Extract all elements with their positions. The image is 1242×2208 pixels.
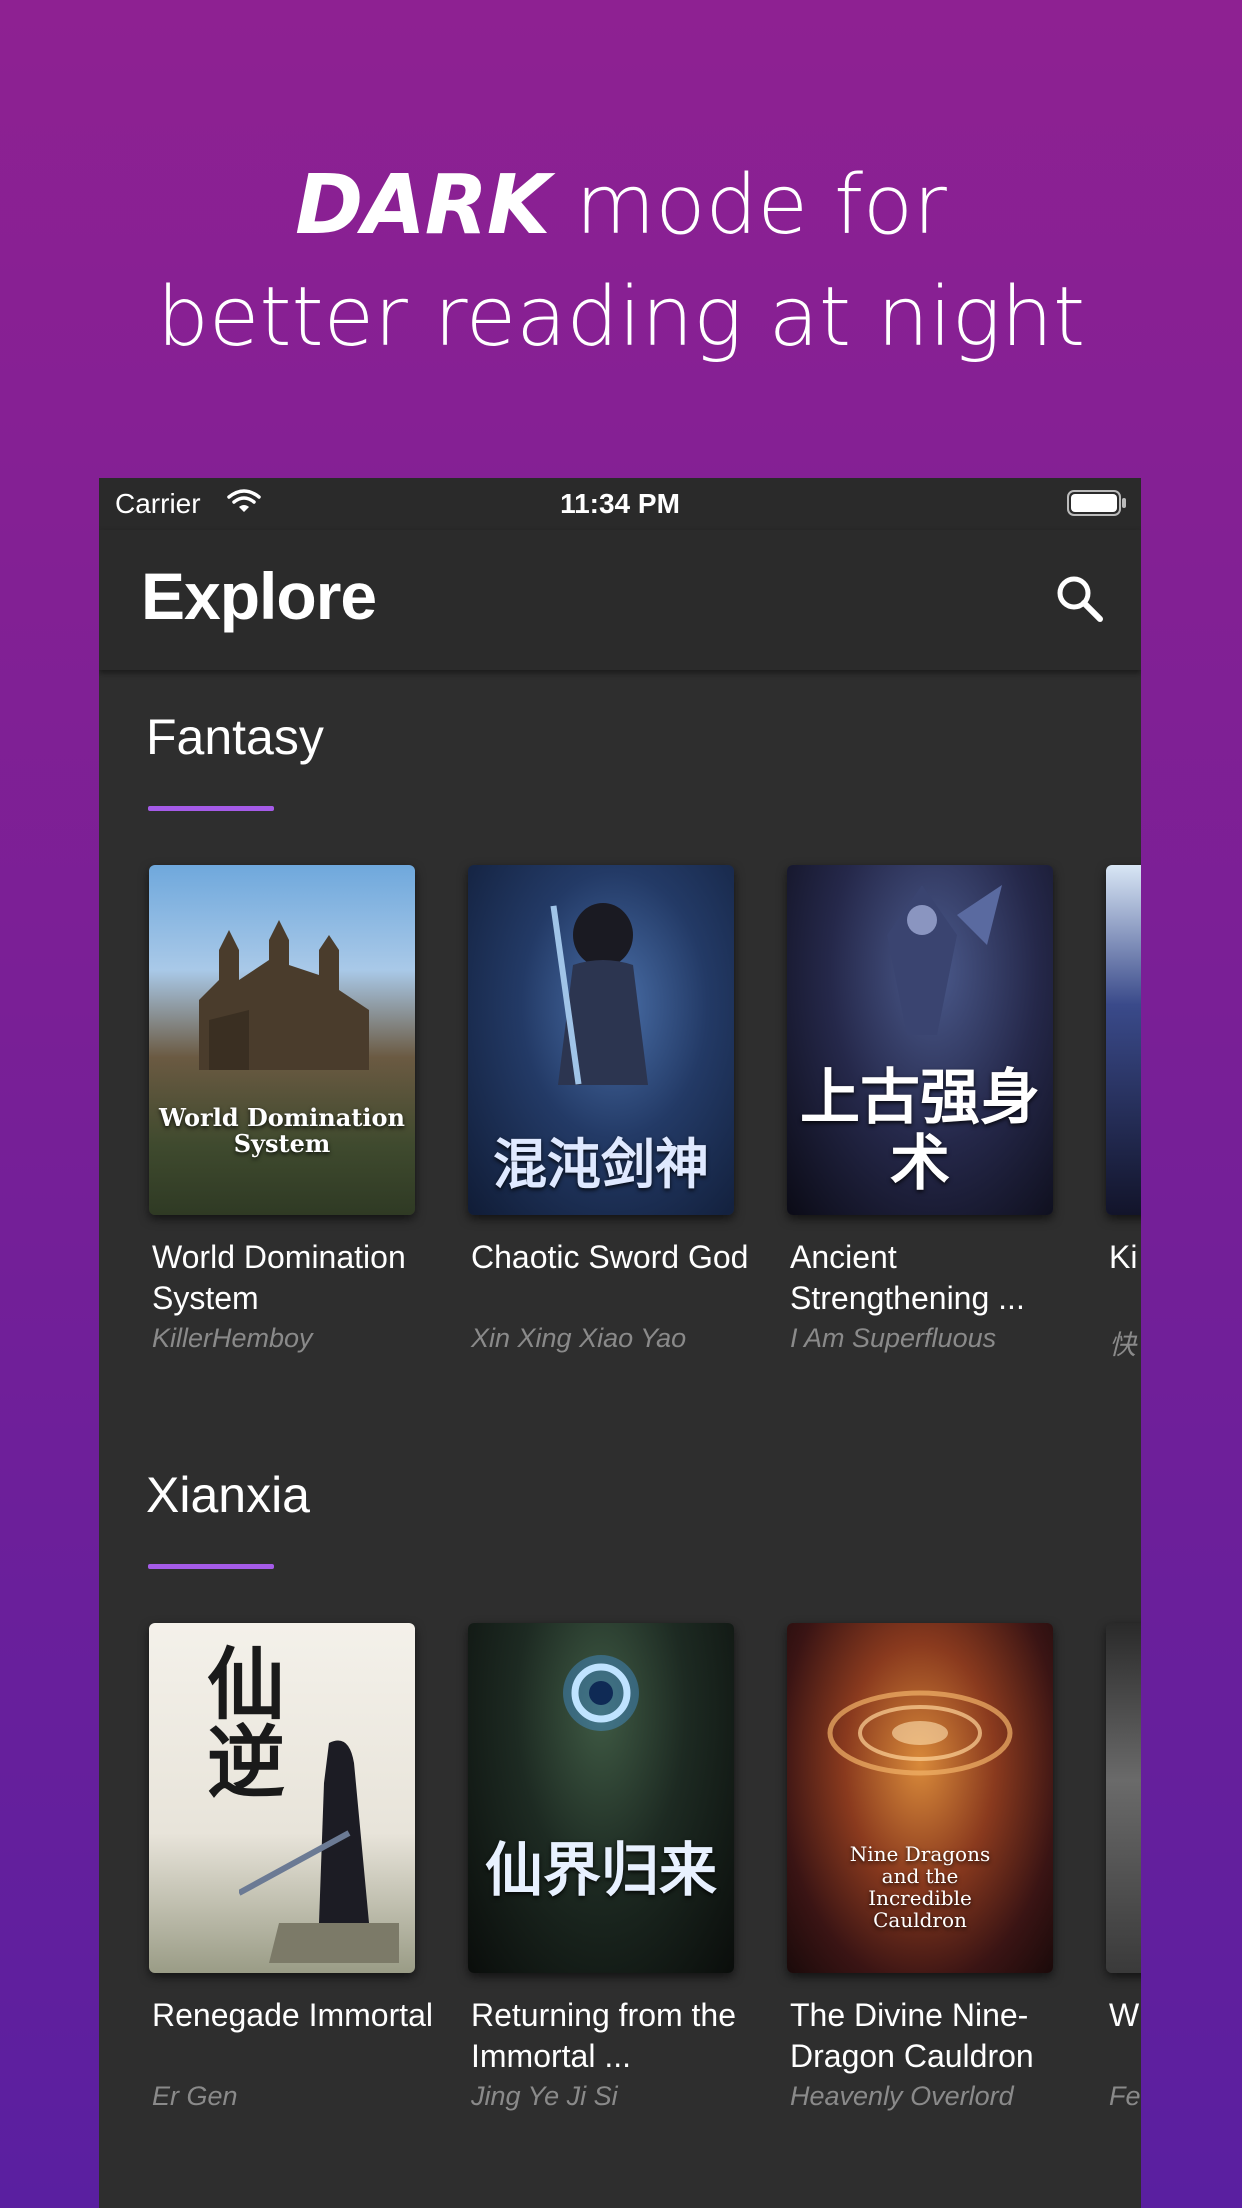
book-author: KillerHemboy [152,1323,313,1353]
navigation-bar: Explore [99,530,1141,670]
cover-title: 混沌剑神 [493,1132,709,1196]
cover-title: 仙界归来 [484,1836,717,1904]
book-author: Heavenly Overlord [790,2081,1014,2111]
headline-strong: DARK [295,158,550,253]
book-cover[interactable]: 混沌剑神 [468,865,734,1215]
headline-line1-rest: mode for [549,158,947,253]
search-icon[interactable] [1055,574,1105,624]
book-cover[interactable]: Nine Dragons and the Incredible Cauldron [787,1623,1053,1973]
book-title[interactable]: Returning from the Immortal ... [471,1995,771,2077]
book-author: Xin Xing Xiao Yao [471,1323,687,1353]
status-time: 11:34 PM [560,488,680,519]
cover-title: World Domination System [159,1103,405,1158]
cover-title: Nine Dragons and the Incredible Cauldron [849,1842,991,1932]
device-screen: Carrier 11:34 PM Explore Fantasy World D… [99,478,1141,2208]
castle-illustration [199,920,369,1070]
promo-headline: DARK mode for better reading at night [0,150,1242,374]
section-title[interactable]: Fantasy [146,708,324,766]
section-underline [148,806,274,811]
book-cover[interactable]: 仙逆 [149,1623,415,1973]
section-title[interactable]: Xianxia [146,1466,310,1524]
headline-line-2: better reading at night [156,270,1086,365]
book-title[interactable]: Ancient Strengthening ... [790,1237,1090,1319]
battery-icon [1067,490,1126,516]
book-cover[interactable] [1106,865,1141,1215]
energy-orb-illustration [563,1655,639,1731]
book-cover[interactable] [1106,1623,1141,1973]
book-author: 快 [1109,1330,1136,1360]
book-title[interactable]: World Domination System [152,1237,452,1319]
cover-title: 上古强身术 [800,1063,1040,1199]
status-bar: Carrier 11:34 PM [99,478,1141,530]
book-author: Fe [1109,2081,1141,2111]
armored-figure-illustration [887,885,1002,1035]
headline-line-1: DARK mode for [0,150,1242,262]
book-cover[interactable]: 仙界归来 [468,1623,734,1973]
book-title[interactable]: W S [1109,1995,1141,2036]
cover-title: 仙逆 [194,1643,285,1799]
book-title[interactable]: Ki [1109,1237,1141,1278]
book-author: Jing Ye Ji Si [471,2081,618,2111]
vortex-illustration [827,1690,1013,1776]
book-author: I Am Superfluous [790,1323,997,1353]
warrior-illustration [550,903,648,1085]
book-cover[interactable]: 上古强身术 [787,865,1053,1215]
book-title[interactable]: Renegade Immortal [152,1995,452,2036]
book-cover[interactable]: World Domination System [149,865,415,1215]
book-author: Er Gen [152,2081,238,2111]
section-underline [148,1564,274,1569]
book-title[interactable]: Chaotic Sword God [471,1237,771,1278]
book-title[interactable]: The Divine Nine-Dragon Cauldron [790,1995,1090,2077]
page-title: Explore [141,559,377,633]
